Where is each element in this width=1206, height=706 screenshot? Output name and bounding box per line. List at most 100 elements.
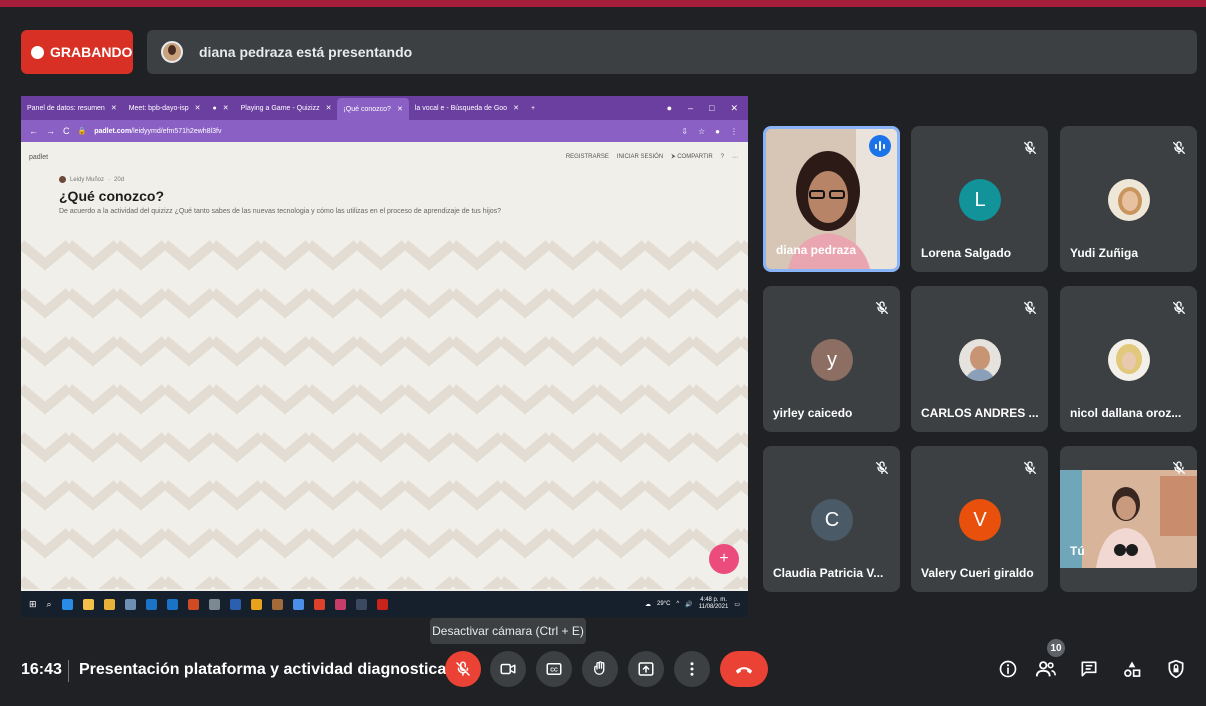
app-icon[interactable] xyxy=(292,598,304,610)
hangup-icon xyxy=(735,667,753,674)
app-icon[interactable] xyxy=(271,598,283,610)
mic-off-icon xyxy=(876,301,888,314)
reload-icon[interactable]: C xyxy=(63,126,70,136)
share-link[interactable]: ⮞ COMPARTIR xyxy=(671,154,712,161)
back-icon[interactable]: ← xyxy=(29,126,38,136)
login-link[interactable]: INICIAR SESIÓN xyxy=(617,154,663,161)
new-tab-icon[interactable]: + xyxy=(525,98,541,118)
edge-icon[interactable] xyxy=(61,598,73,610)
padlet-author: Leidy Muñoz · 20d xyxy=(59,176,124,183)
help-icon[interactable]: ? xyxy=(721,154,724,161)
photos-icon[interactable] xyxy=(124,598,136,610)
mail-icon[interactable] xyxy=(145,598,157,610)
participant-name: Yudi Zuñiga xyxy=(1070,246,1138,260)
present-button[interactable] xyxy=(628,651,664,687)
app-icon[interactable] xyxy=(334,598,346,610)
word-icon[interactable] xyxy=(229,598,241,610)
browser-tab-active[interactable]: ¡Qué conozco? ✕ xyxy=(337,98,409,120)
install-icon[interactable]: ⇩ xyxy=(681,127,688,136)
people-button[interactable] xyxy=(1033,656,1059,682)
presenter-avatar xyxy=(161,41,183,63)
menu-dots-icon[interactable]: ⋮ xyxy=(730,127,738,136)
participant-tile-yudi[interactable]: Yudi Zuñiga xyxy=(1060,126,1197,272)
participant-tile-self[interactable]: Tú xyxy=(1060,446,1197,592)
maximize-icon[interactable]: □ xyxy=(709,103,714,114)
more-options-button[interactable] xyxy=(674,651,710,687)
padlet-header: padlet REGISTRARSE INICIAR SESIÓN ⮞ COMP… xyxy=(21,142,748,232)
mic-off-icon xyxy=(1173,141,1185,154)
participant-tile-carlos[interactable]: CARLOS ANDRES ... xyxy=(911,286,1048,432)
more-icon[interactable]: ⋯ xyxy=(732,154,738,161)
app-icon[interactable] xyxy=(313,598,325,610)
padlet-title: ¿Qué conozco? xyxy=(59,188,164,204)
participant-tile-nicol[interactable]: nicol dallana oroz... xyxy=(1060,286,1197,432)
divider xyxy=(68,660,69,682)
close-icon: ✕ xyxy=(396,106,403,113)
shared-screen: Panel de datos: resumen ✕ Meet: bpb-dayo-… xyxy=(21,96,748,617)
top-accent-bar xyxy=(0,0,1206,7)
forward-icon[interactable]: → xyxy=(46,126,55,136)
tray-volume-icon[interactable]: 🔊 xyxy=(685,601,692,608)
recording-label: GRABANDO xyxy=(50,44,133,60)
shield-lock-icon xyxy=(1168,659,1184,679)
leave-call-button[interactable] xyxy=(720,651,768,687)
star-icon[interactable]: ☆ xyxy=(698,127,705,136)
avatar: y xyxy=(811,339,853,381)
powerpoint-icon[interactable] xyxy=(187,598,199,610)
app-icon[interactable] xyxy=(355,598,367,610)
raise-hand-button[interactable] xyxy=(582,651,618,687)
search-icon[interactable]: ⌕ xyxy=(47,599,52,610)
windows-start-icon[interactable]: ⊞ xyxy=(29,599,37,610)
participant-name: nicol dallana oroz... xyxy=(1070,406,1182,420)
present-icon xyxy=(638,662,654,676)
participant-tile-valery[interactable]: V Valery Cueri giraldo xyxy=(911,446,1048,592)
camera-icon xyxy=(500,663,516,675)
camera-toggle-button[interactable] xyxy=(490,651,526,687)
store-icon[interactable] xyxy=(82,598,94,610)
participant-tile-claudia[interactable]: C Claudia Patricia V... xyxy=(763,446,900,592)
browser-tab[interactable]: Playing a Game - Quizizz ✕ xyxy=(235,98,338,118)
folder-icon[interactable] xyxy=(103,598,115,610)
browser-tab[interactable]: ● ✕ xyxy=(207,98,235,118)
close-window-icon[interactable]: ✕ xyxy=(730,103,738,114)
outlook-icon[interactable] xyxy=(166,598,178,610)
notifications-icon[interactable]: ▭ xyxy=(734,601,740,608)
captions-button[interactable]: CC xyxy=(536,651,572,687)
profile-icon[interactable]: ● xyxy=(715,127,720,136)
meeting-info-button[interactable] xyxy=(995,656,1021,682)
meeting-title: Presentación plataforma y actividad diag… xyxy=(79,661,447,678)
close-icon: ✕ xyxy=(194,105,201,112)
tray-chevron-icon[interactable]: ^ xyxy=(676,601,679,607)
participant-tile-yirley[interactable]: y yirley caicedo xyxy=(763,286,900,432)
host-controls-button[interactable] xyxy=(1163,656,1189,682)
tray-clock[interactable]: 4:48 p. m. 11/08/2021 xyxy=(699,597,729,610)
acrobat-icon[interactable] xyxy=(376,598,388,610)
weather-icon: ☁ xyxy=(645,601,652,608)
padlet-logo: padlet xyxy=(29,154,49,161)
participant-tile-diana[interactable]: diana pedraza xyxy=(763,126,900,272)
participant-name: CARLOS ANDRES ... xyxy=(921,406,1039,420)
people-icon xyxy=(1035,661,1056,677)
browser-tab[interactable]: la vocal e - Búsqueda de Goo ✕ xyxy=(409,98,525,118)
participant-tile-lorena[interactable]: L Lorena Salgado xyxy=(911,126,1048,272)
mic-off-icon xyxy=(876,461,888,474)
register-link[interactable]: REGISTRARSE xyxy=(566,154,609,161)
activities-button[interactable] xyxy=(1119,656,1145,682)
app-icon[interactable] xyxy=(208,598,220,610)
browser-tab[interactable]: Meet: bpb-dayo-isp ✕ xyxy=(123,98,207,118)
browser-tab[interactable]: Panel de datos: resumen ✕ xyxy=(21,98,123,118)
avatar xyxy=(1108,179,1150,221)
chrome-icon[interactable] xyxy=(250,598,262,610)
avatar xyxy=(959,339,1001,381)
minimize-icon[interactable]: – xyxy=(688,103,693,114)
recording-button[interactable]: GRABANDO xyxy=(21,30,133,74)
tab-label: Meet: bpb-dayo-isp xyxy=(128,104,189,112)
chat-button[interactable] xyxy=(1076,656,1102,682)
add-post-button[interactable]: + xyxy=(709,544,739,574)
mic-toggle-button[interactable] xyxy=(445,651,481,687)
url-text[interactable]: padlet.com/leidyymd/efm571h2ewh8l3fv xyxy=(94,128,221,135)
mic-off-icon xyxy=(1024,461,1036,474)
avatar xyxy=(1108,339,1150,381)
avatar: L xyxy=(959,179,1001,221)
more-vert-icon xyxy=(690,662,694,676)
